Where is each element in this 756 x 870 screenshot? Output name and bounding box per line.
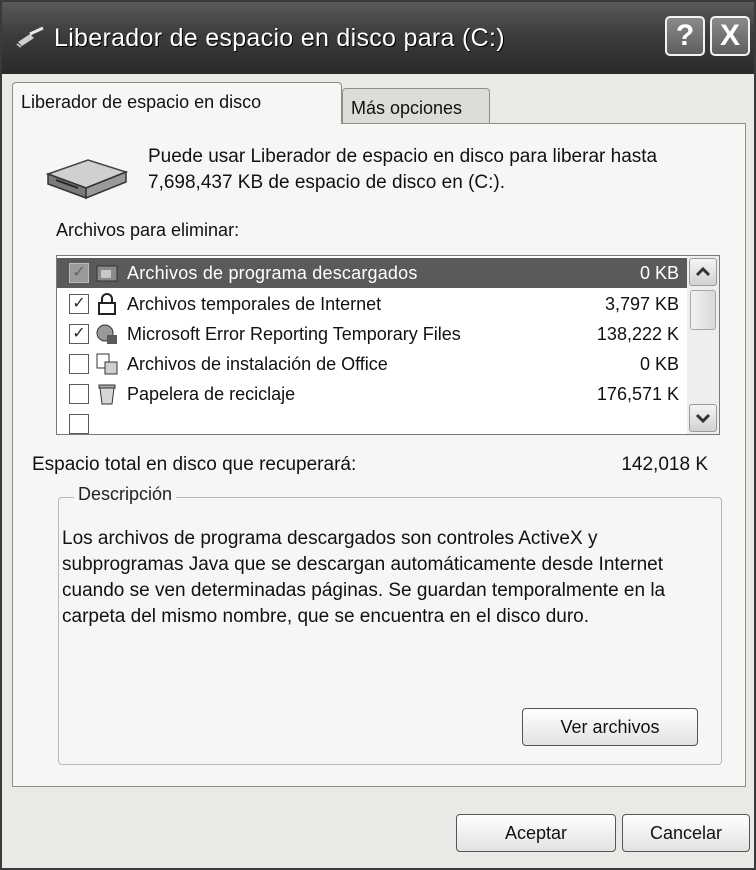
broom-icon [16, 26, 44, 48]
list-item[interactable]: ✓ Archivos temporales de Internet 3,797 … [57, 289, 687, 319]
item-name: Archivos de instalación de Office [127, 354, 388, 374]
item-checkbox[interactable] [69, 384, 89, 404]
item-size: 138,222 K [596, 324, 679, 344]
close-button[interactable]: X [710, 16, 750, 56]
list-item[interactable]: ✓ Archivos de programa descargados 0 KB [57, 258, 687, 288]
lock-icon [98, 293, 116, 315]
intro-line-2: 7,698,437 KB de espacio de disco en (C:)… [148, 172, 506, 193]
chevron-down-icon [695, 413, 711, 424]
item-name: Microsoft Error Reporting Temporary File… [127, 324, 461, 344]
disk-cleanup-window: Liberador de espacio en disco para (C:) … [0, 0, 756, 870]
list-item[interactable]: Archivos de instalación de Office 0 KB [57, 349, 687, 379]
item-size: 0 KB [639, 263, 679, 283]
files-to-delete-label: Archivos para eliminar: [56, 220, 240, 240]
hard-drive-icon [45, 159, 129, 200]
intro-line-1: Puede usar Liberador de espacio en disco… [148, 146, 658, 167]
list-item-partial[interactable] [57, 409, 687, 434]
error-reporting-icon [96, 324, 117, 344]
description-legend: Descripción [74, 484, 177, 505]
description-text: Los archivos de programa descargados son… [62, 528, 666, 627]
title-bar[interactable]: Liberador de espacio en disco para (C:) … [2, 2, 754, 74]
item-size: 0 KB [639, 354, 679, 374]
window-title: Liberador de espacio en disco para (C:) [54, 24, 505, 52]
item-size: 176,571 K [596, 384, 679, 404]
list-item[interactable]: Papelera de reciclaje 176,571 K [57, 379, 687, 409]
item-checkbox[interactable] [69, 414, 89, 434]
chevron-up-icon [695, 266, 711, 277]
vertical-scrollbar[interactable] [687, 256, 719, 434]
files-list[interactable]: ✓ Archivos de programa descargados 0 KB … [56, 255, 720, 435]
recycle-bin-icon [98, 384, 116, 405]
view-files-button[interactable]: Ver archivos [522, 708, 698, 746]
total-space-label: Espacio total en disco que recuperará: [32, 454, 357, 475]
item-checkbox[interactable] [69, 354, 89, 374]
item-name: Archivos temporales de Internet [127, 294, 382, 314]
item-name: Archivos de programa descargados [127, 263, 418, 283]
help-button[interactable]: ? [665, 16, 705, 56]
item-name: Papelera de reciclaje [127, 384, 296, 404]
ok-button[interactable]: Aceptar [456, 814, 616, 852]
scroll-thumb[interactable] [690, 290, 716, 330]
intro-text: Puede usar Liberador de espacio en disco… [148, 144, 728, 196]
scroll-up-button[interactable] [689, 258, 717, 286]
total-space-value: 142,018 K [621, 454, 708, 475]
item-size: 3,797 KB [604, 294, 679, 314]
downloaded-program-files-icon [96, 265, 118, 282]
list-item[interactable]: ✓ Microsoft Error Reporting Temporary Fi… [57, 319, 687, 349]
tab-more-options[interactable]: Más opciones [342, 88, 490, 126]
item-checkbox[interactable]: ✓ [69, 324, 89, 344]
scroll-down-button[interactable] [689, 404, 717, 432]
item-checkbox[interactable]: ✓ [69, 263, 89, 283]
tab-disk-cleanup[interactable]: Liberador de espacio en disco [12, 82, 342, 124]
cancel-button[interactable]: Cancelar [622, 814, 750, 852]
office-setup-icon [96, 353, 118, 375]
item-checkbox[interactable]: ✓ [69, 294, 89, 314]
